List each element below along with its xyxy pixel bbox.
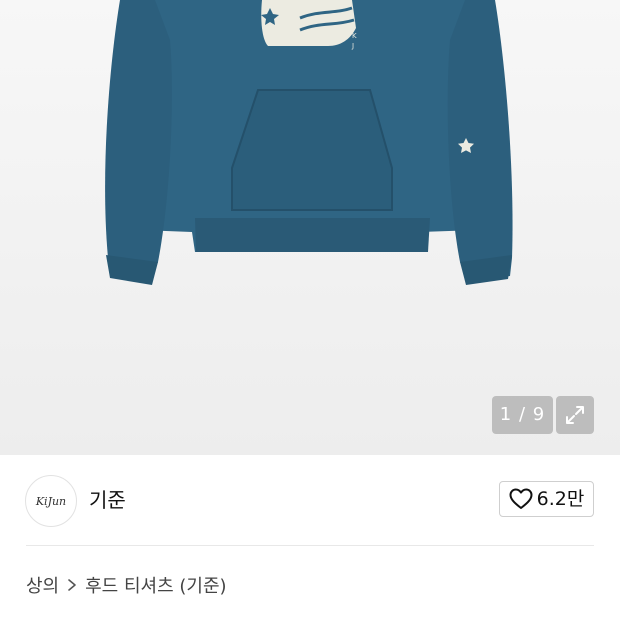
divider: [26, 545, 594, 546]
image-counter: 1 / 9: [492, 396, 553, 434]
like-button[interactable]: 6.2만: [499, 481, 594, 517]
hoodie-left-sleeve: [105, 0, 172, 282]
expand-button[interactable]: [556, 396, 594, 434]
breadcrumb: 상의 후드 티셔츠 (기준): [26, 570, 227, 600]
heart-outline-icon: [509, 488, 533, 509]
breadcrumb-item-subcategory[interactable]: 후드 티셔츠 (기준): [85, 572, 226, 598]
expand-arrows-icon: [566, 406, 584, 424]
chevron-right-icon: [67, 578, 77, 592]
like-count: 6.2만: [536, 488, 585, 510]
product-image-gallery[interactable]: K J 1 / 9: [0, 0, 620, 455]
brand-logo[interactable]: KiJun: [25, 475, 77, 527]
brand-name[interactable]: 기준: [89, 485, 126, 515]
hoodie-right-sleeve: [447, 0, 513, 282]
brand-row: KiJun 기준 6.2만: [0, 455, 620, 545]
hoodie-pocket: [231, 89, 393, 211]
product-image[interactable]: K J: [0, 0, 620, 455]
breadcrumb-item-category[interactable]: 상의: [26, 572, 59, 598]
svg-text:K: K: [352, 32, 357, 40]
brand-logo-text: KiJun: [35, 494, 67, 508]
svg-text:J: J: [351, 42, 354, 50]
hoodie-waistband: [195, 218, 430, 252]
